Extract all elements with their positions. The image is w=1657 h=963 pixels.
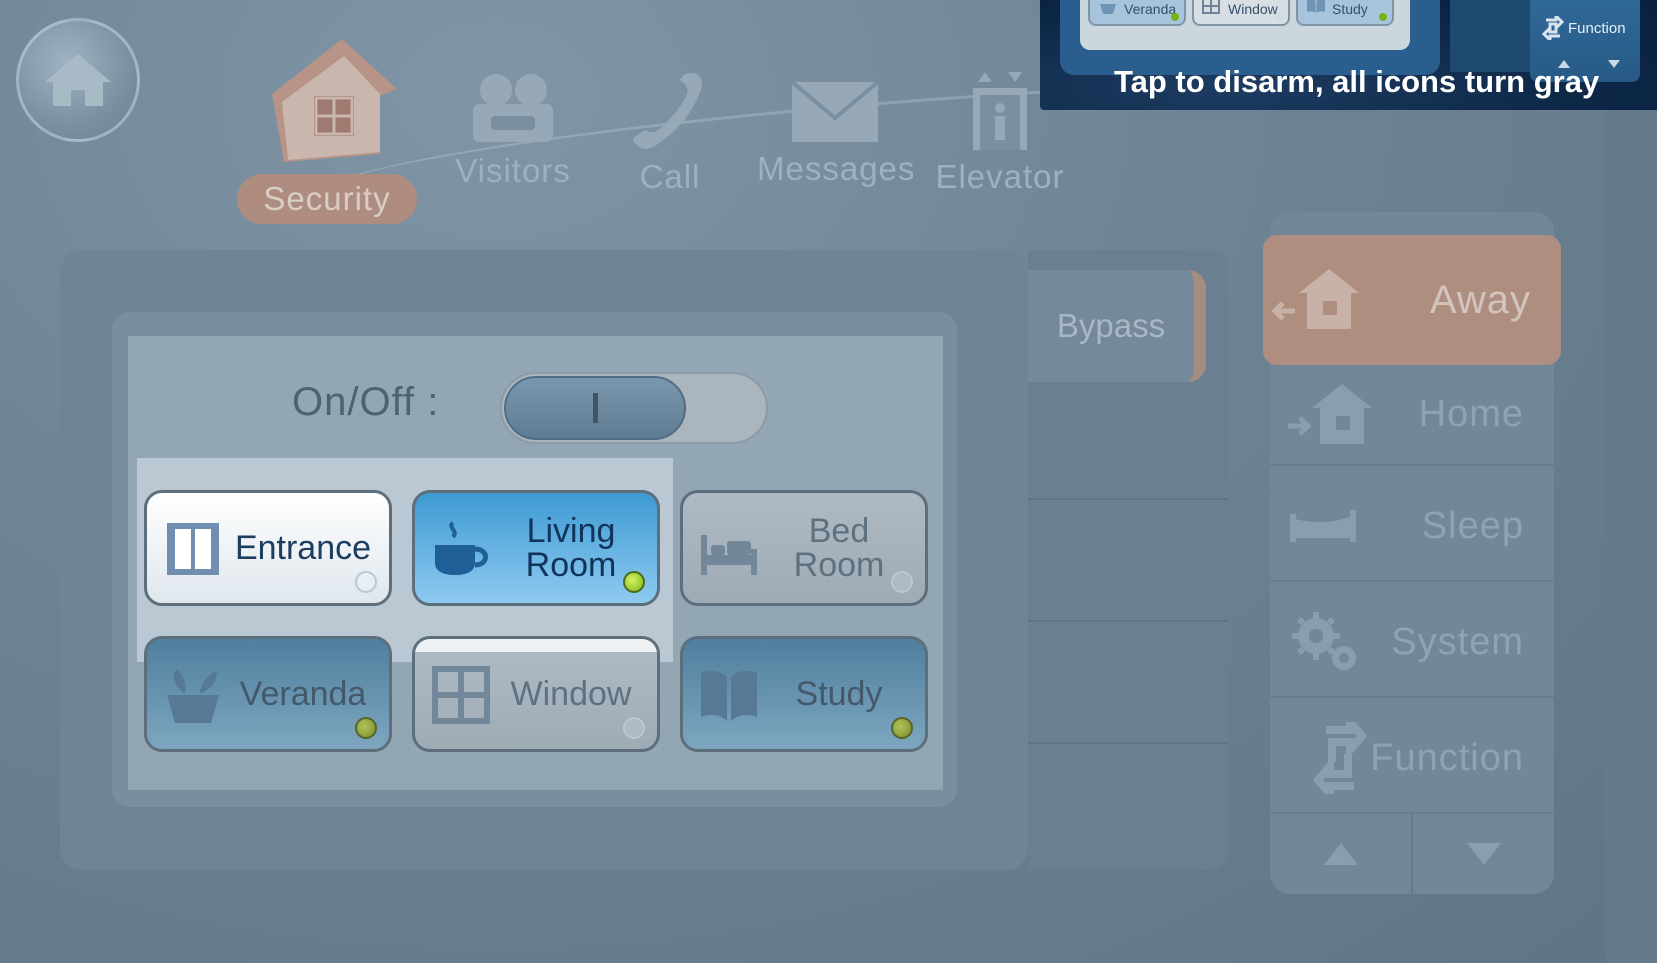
nav-call[interactable]: Call [610, 68, 730, 196]
hint-tooltip: Veranda Window Study Function Tap to dis… [1040, 0, 1657, 110]
tooltip-zone-window: Window [1192, 0, 1290, 26]
status-led [1275, 13, 1283, 21]
scroll-down-button[interactable] [1411, 814, 1554, 894]
tooltip-text: Tap to disarm, all icons turn gray [1114, 64, 1600, 99]
tab-bypass[interactable]: Bypass [1028, 270, 1206, 382]
screen: Security Visitors Call Messages Elevator… [0, 0, 1657, 963]
nav-messages[interactable]: Messages [757, 78, 916, 188]
away-house-icon [1271, 269, 1359, 329]
phone-icon [633, 72, 703, 149]
nav-label-visitors: Visitors [455, 152, 571, 189]
bed-icon [1290, 510, 1356, 542]
arrow-up-icon [1323, 843, 1358, 865]
tooltip-zone-study: Study [1296, 0, 1394, 26]
plant-icon [167, 669, 219, 723]
mode-divider [1270, 580, 1554, 582]
home-arrive-icon [1288, 384, 1372, 444]
status-led [623, 571, 645, 593]
security-house-icon [272, 39, 397, 162]
window-icon [1202, 0, 1220, 14]
mode-system-button[interactable]: System [1270, 586, 1554, 698]
mode-label-system: System [1391, 620, 1524, 663]
zone-veranda[interactable]: Veranda [144, 636, 392, 752]
mode-label-away: Away [1429, 277, 1531, 322]
toggle-knob[interactable] [504, 376, 686, 440]
status-led [1379, 13, 1387, 21]
book-icon [701, 670, 757, 721]
refresh-icon [1542, 16, 1564, 40]
status-led [623, 717, 645, 739]
side-divider [1028, 620, 1228, 622]
status-led [1171, 13, 1179, 21]
home-button[interactable] [16, 18, 140, 142]
tooltip-zone-label: Window [1228, 1, 1278, 17]
zone-entrance[interactable]: Entrance [144, 490, 392, 606]
status-led [355, 717, 377, 739]
book-icon [1307, 0, 1325, 13]
mode-label-sleep: Sleep [1421, 504, 1524, 547]
camera-icon [473, 74, 553, 142]
envelope-icon [790, 80, 879, 142]
mode-home-button[interactable]: Home [1270, 358, 1554, 470]
side-divider [1028, 498, 1228, 500]
tooltip-function-label: Function [1568, 20, 1626, 37]
zone-study[interactable]: Study [680, 636, 928, 752]
nav-label-elevator: Elevator [935, 158, 1065, 195]
arrow-down-icon [1466, 843, 1501, 865]
onoff-toggle[interactable] [500, 372, 768, 444]
status-led [891, 571, 913, 593]
tooltip-zone-veranda: Veranda [1088, 0, 1186, 26]
side-divider [1028, 742, 1228, 744]
mode-label-home: Home [1418, 392, 1524, 435]
mode-divider [1270, 696, 1554, 698]
zone-living-room[interactable]: Living Room [412, 490, 660, 606]
plant-icon [1100, 4, 1116, 14]
nav-visitors[interactable]: Visitors [438, 68, 588, 190]
status-led [891, 717, 913, 739]
tab-bypass-label: Bypass [1056, 307, 1166, 344]
gears-icon [1292, 612, 1356, 670]
door-icon [167, 523, 219, 575]
tooltip-zone-label: Study [1332, 1, 1368, 17]
cup-icon [435, 521, 488, 575]
home-icon [45, 54, 111, 106]
mode-function-button[interactable]: Function [1270, 702, 1554, 814]
mode-scroll-bar [1270, 814, 1554, 894]
nav-security[interactable]: Security [237, 34, 417, 224]
nav-label-call: Call [639, 158, 701, 195]
mode-label-function: Function [1370, 736, 1524, 779]
nav-label-security: Security [237, 174, 417, 224]
zone-window[interactable]: Window [412, 636, 660, 752]
mode-away-button[interactable]: Away [1263, 235, 1561, 365]
window-icon [432, 666, 490, 724]
elevator-icon [973, 72, 1027, 150]
scroll-up-button[interactable] [1270, 814, 1411, 894]
bed-icon [701, 535, 757, 575]
onoff-label: On/Off : [292, 380, 440, 424]
status-led [355, 571, 377, 593]
tooltip-zone-label: Veranda [1124, 1, 1177, 17]
zone-bed-room[interactable]: Bed Room [680, 490, 928, 606]
arrow-down-icon [1608, 60, 1620, 68]
mode-sleep-button[interactable]: Sleep [1270, 470, 1554, 582]
nav-label-messages: Messages [757, 150, 916, 187]
